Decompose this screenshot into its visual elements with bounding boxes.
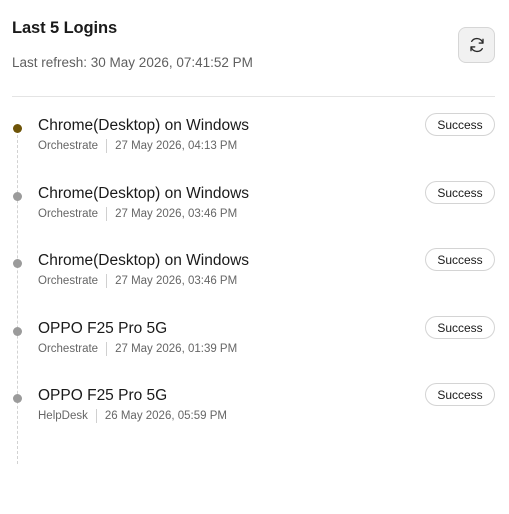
- login-time: 27 May 2026, 03:46 PM: [115, 208, 238, 220]
- status-badge: Success: [425, 383, 495, 406]
- last-refresh-text: Last refresh: 30 May 2026, 07:41:52 PM: [12, 55, 253, 70]
- status-badge: Success: [425, 181, 495, 204]
- timeline-dot: [13, 124, 22, 133]
- timeline-dot: [13, 192, 22, 201]
- login-app: Orchestrate: [38, 343, 99, 355]
- login-app: Orchestrate: [38, 275, 99, 287]
- login-app: Orchestrate: [38, 140, 99, 152]
- login-time: 27 May 2026, 03:46 PM: [115, 275, 238, 287]
- login-meta: Orchestrate 27 May 2026, 04:13 PM: [38, 139, 237, 153]
- login-device: Chrome(Desktop) on Windows: [38, 185, 250, 202]
- login-app: HelpDesk: [38, 410, 88, 422]
- status-badge: Success: [425, 316, 495, 339]
- last-logins-panel: Last 5 Logins Last refresh: 30 May 2026,…: [0, 0, 509, 514]
- login-entry: Chrome(Desktop) on Windows Orchestrate 2…: [0, 181, 509, 235]
- login-app: Orchestrate: [38, 208, 99, 220]
- refresh-button[interactable]: [458, 27, 495, 63]
- status-badge: Success: [425, 248, 495, 271]
- header-divider: [12, 96, 495, 97]
- timeline-dot: [13, 327, 22, 336]
- login-time: 27 May 2026, 04:13 PM: [115, 140, 238, 152]
- login-entry: Chrome(Desktop) on Windows Orchestrate 2…: [0, 248, 509, 302]
- login-time: 27 May 2026, 01:39 PM: [115, 343, 238, 355]
- login-meta: HelpDesk 26 May 2026, 05:59 PM: [38, 409, 227, 423]
- login-entry: Chrome(Desktop) on Windows Orchestrate 2…: [0, 113, 509, 167]
- timeline-dot: [13, 394, 22, 403]
- login-meta: Orchestrate 27 May 2026, 01:39 PM: [38, 342, 237, 356]
- timeline-dot: [13, 259, 22, 268]
- panel-title: Last 5 Logins: [12, 19, 118, 37]
- login-time: 26 May 2026, 05:59 PM: [104, 410, 227, 422]
- status-badge: Success: [425, 113, 495, 136]
- login-device: Chrome(Desktop) on Windows: [38, 252, 250, 269]
- login-device: OPPO F25 Pro 5G: [38, 320, 168, 337]
- login-entry: OPPO F25 Pro 5G Orchestrate 27 May 2026,…: [0, 316, 509, 370]
- login-device: Chrome(Desktop) on Windows: [38, 117, 250, 134]
- login-entry: OPPO F25 Pro 5G HelpDesk 26 May 2026, 05…: [0, 383, 509, 437]
- refresh-icon: [469, 37, 484, 53]
- login-meta: Orchestrate 27 May 2026, 03:46 PM: [38, 207, 237, 221]
- login-device: OPPO F25 Pro 5G: [38, 387, 168, 404]
- login-meta: Orchestrate 27 May 2026, 03:46 PM: [38, 274, 237, 288]
